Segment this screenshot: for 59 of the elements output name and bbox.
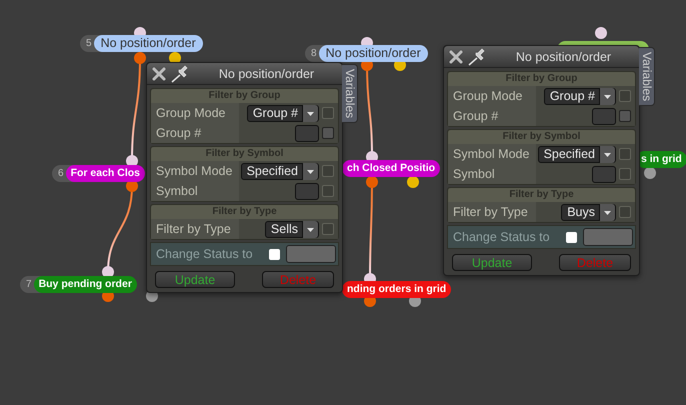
variables-tab[interactable]: Variables	[639, 47, 655, 106]
field-label: Change Status to	[156, 247, 254, 261]
update-button[interactable]: Update	[452, 254, 532, 271]
port[interactable]	[644, 167, 656, 179]
input-field[interactable]	[286, 245, 336, 263]
checkbox[interactable]	[322, 223, 334, 235]
checkbox[interactable]	[566, 232, 577, 242]
update-button[interactable]: Update	[155, 271, 235, 288]
node[interactable]: Buy pending order	[34, 276, 137, 293]
field-label: Symbol Mode	[151, 161, 239, 181]
field-label: Change Status to	[453, 230, 551, 244]
input-field[interactable]	[592, 108, 616, 124]
field-label: Group #	[151, 123, 239, 143]
field-label: Symbol	[448, 164, 536, 184]
checkbox[interactable]	[619, 148, 631, 160]
close-icon[interactable]	[151, 66, 167, 82]
checkbox[interactable]	[269, 248, 280, 260]
checkbox[interactable]	[619, 90, 631, 102]
input-field[interactable]	[295, 124, 319, 142]
field-label: Filter by Type	[448, 202, 536, 222]
dropdown[interactable]: Group #	[246, 104, 319, 122]
dropdown[interactable]: Group #	[544, 88, 616, 104]
input-field[interactable]	[592, 166, 616, 182]
checkbox[interactable]	[322, 185, 334, 197]
caret-icon	[599, 88, 615, 104]
caret-icon	[599, 204, 615, 220]
dropdown[interactable]: Sells	[264, 220, 319, 238]
dropdown[interactable]: Specified	[538, 146, 616, 162]
checkbox[interactable]	[619, 110, 631, 122]
dialog-title: No position/order	[218, 66, 316, 80]
field-label: Filter by Type	[151, 219, 239, 239]
caret-icon	[302, 104, 318, 122]
field-label: Group #	[448, 106, 536, 126]
node[interactable]: nding orders in grid	[342, 281, 452, 298]
input-field[interactable]	[583, 228, 633, 246]
close-icon[interactable]	[448, 48, 464, 64]
node[interactable]: No position/order	[94, 35, 203, 52]
caret-icon	[302, 220, 318, 238]
checkbox[interactable]	[322, 107, 334, 119]
checkbox[interactable]	[322, 165, 334, 177]
dropdown[interactable]: Specified	[240, 162, 319, 180]
field-label: Symbol	[151, 181, 239, 201]
port[interactable]	[595, 27, 607, 39]
checkbox[interactable]	[619, 206, 631, 218]
port[interactable]	[407, 176, 419, 188]
input-field[interactable]	[295, 182, 319, 200]
node[interactable]: No position/order	[318, 45, 428, 62]
checkbox[interactable]	[322, 127, 334, 139]
checkbox[interactable]	[619, 168, 631, 180]
dialog-title: No position/order	[514, 50, 612, 64]
caret-icon	[599, 146, 615, 162]
caret-icon	[302, 162, 318, 180]
node[interactable]: ch Closed Positio	[342, 160, 440, 177]
field-label: Symbol Mode	[448, 144, 536, 164]
dropdown[interactable]: Buys	[561, 204, 616, 220]
node[interactable]: For each Clos	[66, 165, 145, 182]
variables-tab[interactable]: Variables	[342, 64, 358, 124]
field-label: Group Mode	[151, 103, 239, 123]
field-label: Group Mode	[448, 86, 536, 106]
